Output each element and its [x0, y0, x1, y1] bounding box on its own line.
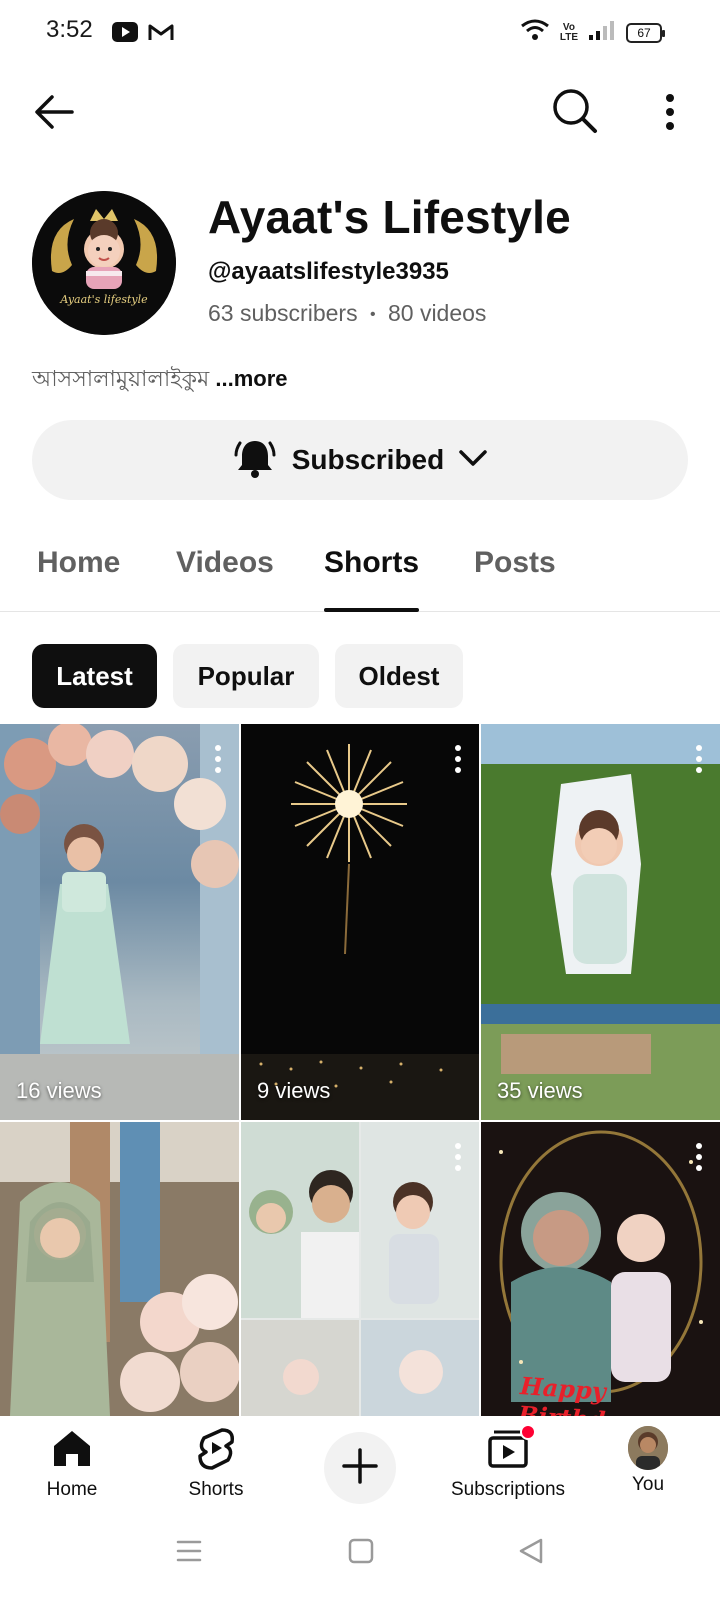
short-views: 9 views	[257, 1078, 331, 1103]
home-icon	[50, 1426, 94, 1475]
short-views: 16 views	[16, 1078, 102, 1103]
nav-subscriptions-label: Subscriptions	[450, 1479, 566, 1500]
search-icon[interactable]	[550, 86, 600, 136]
plus-icon	[340, 1446, 380, 1491]
more-vert-icon[interactable]	[453, 744, 463, 774]
chip-latest[interactable]: Latest	[32, 644, 157, 708]
battery-level: 67	[637, 25, 651, 40]
avatar-icon	[628, 1426, 668, 1470]
battery-icon: 67	[626, 22, 665, 43]
back-arrow-icon[interactable]	[30, 88, 78, 136]
channel-handle: @ayaatslifestyle3935	[208, 258, 449, 285]
short-thumbnail[interactable]: 16 views	[0, 724, 239, 1120]
more-vert-icon[interactable]	[650, 88, 690, 136]
nav-subscriptions[interactable]: Subscriptions	[442, 1424, 574, 1501]
notification-dot	[520, 1424, 536, 1440]
tab-posts[interactable]: Posts	[474, 546, 556, 580]
avatar-caption: Ayaat's lifestyle	[60, 293, 148, 306]
home-square-icon[interactable]	[348, 1538, 374, 1569]
nav-you[interactable]: You	[624, 1426, 672, 1496]
active-tab-indicator	[324, 608, 419, 612]
subscriptions-icon	[484, 1424, 536, 1475]
short-thumbnail[interactable]: 35 views	[481, 724, 720, 1120]
chevron-down-icon	[458, 448, 488, 473]
stats-separator: •	[369, 305, 376, 323]
status-time: 3:52	[46, 16, 93, 43]
channel-tabs: Home Videos Shorts Posts	[0, 520, 720, 612]
video-count: 80 videos	[387, 300, 487, 326]
status-bar: 3:52 Vo LTE 67	[0, 0, 720, 64]
youtube-icon	[112, 22, 138, 47]
subscriber-count: 63 subscribers	[208, 300, 358, 326]
short-thumbnail[interactable]	[241, 1122, 479, 1416]
tab-home[interactable]: Home	[37, 546, 120, 580]
status-right: Vo LTE 67	[520, 18, 665, 47]
nav-home-label: Home	[46, 1479, 98, 1500]
more-vert-icon[interactable]	[213, 744, 223, 774]
short-thumbnail[interactable]: 9 views	[241, 724, 479, 1120]
chip-popular[interactable]: Popular	[173, 644, 319, 708]
channel-avatar[interactable]: Ayaat's lifestyle	[32, 191, 176, 335]
signal-icon	[588, 19, 616, 46]
short-views: 35 views	[497, 1078, 583, 1103]
nav-home[interactable]: Home	[44, 1426, 100, 1501]
tab-videos[interactable]: Videos	[176, 546, 274, 580]
description-text: আসসালামুয়ালাইকুম	[32, 366, 210, 391]
tab-shorts[interactable]: Shorts	[324, 546, 419, 580]
channel-description[interactable]: আসসালামুয়ালাইকুম ...more	[32, 362, 288, 399]
channel-name: Ayaat's Lifestyle	[208, 191, 571, 243]
more-link[interactable]: ...more	[215, 366, 287, 391]
volte-icon: Vo LTE	[559, 22, 578, 43]
bottom-navigation: Home Shorts Subscriptions You	[0, 1416, 720, 1512]
channel-stats: 63 subscribers • 80 videos	[208, 300, 486, 327]
chip-oldest[interactable]: Oldest	[335, 644, 463, 708]
wifi-icon	[520, 18, 550, 47]
volte-bottom: LTE	[559, 31, 578, 43]
more-vert-icon[interactable]	[694, 744, 704, 774]
nav-shorts[interactable]: Shorts	[180, 1426, 252, 1501]
system-navigation	[0, 1512, 720, 1600]
subscribed-label: Subscribed	[291, 444, 445, 475]
menu-icon[interactable]	[176, 1538, 202, 1569]
gmail-icon	[148, 22, 174, 47]
short-thumbnail[interactable]: Happy Birthday	[481, 1122, 720, 1416]
more-vert-icon[interactable]	[694, 1142, 704, 1172]
short-thumbnail[interactable]	[0, 1122, 239, 1416]
bell-icon	[232, 435, 278, 486]
more-vert-icon[interactable]	[453, 1142, 463, 1172]
nav-you-label: You	[631, 1474, 665, 1495]
subscribed-button[interactable]: Subscribed	[32, 420, 688, 500]
create-button[interactable]	[324, 1432, 396, 1504]
top-app-bar	[0, 80, 720, 144]
back-triangle-icon[interactable]	[518, 1538, 544, 1569]
shorts-icon	[194, 1426, 238, 1475]
nav-shorts-label: Shorts	[188, 1479, 244, 1500]
